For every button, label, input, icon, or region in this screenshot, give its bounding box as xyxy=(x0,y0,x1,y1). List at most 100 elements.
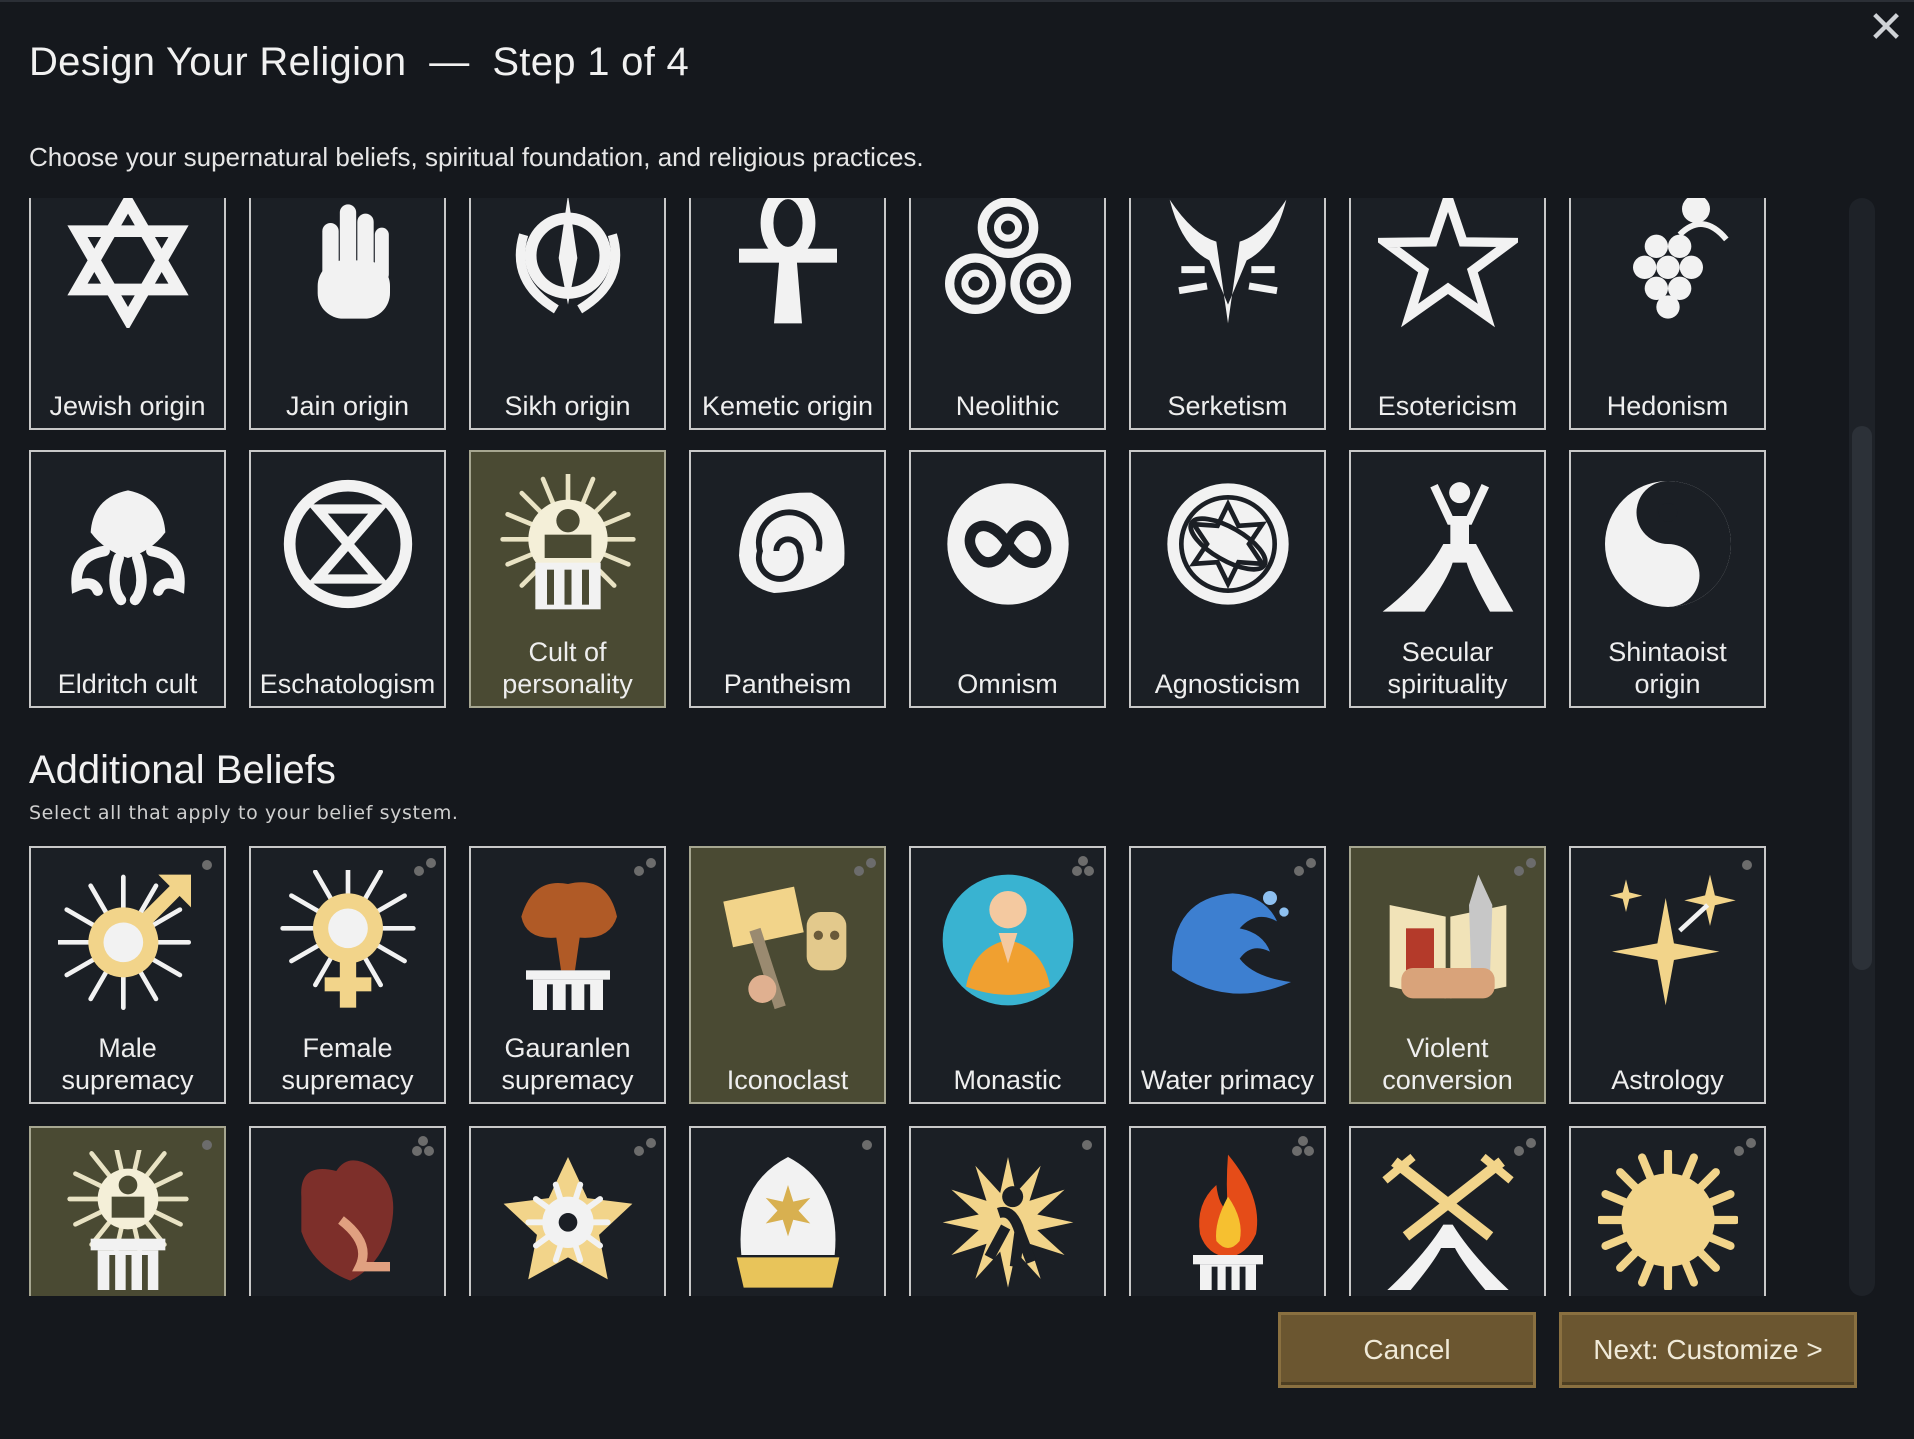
cost-indicator xyxy=(1508,1136,1536,1156)
belief-tile[interactable]: Water primacy xyxy=(1129,846,1326,1104)
scrollbar[interactable] xyxy=(1849,198,1875,1296)
belief-tile[interactable]: Agnosticism xyxy=(1129,450,1326,708)
heart-organ-icon xyxy=(278,1150,418,1290)
belief-label: Pantheism xyxy=(723,669,852,699)
belief-label: Agnosticism xyxy=(1154,669,1301,699)
cost-indicator xyxy=(1068,856,1096,876)
belief-label: Violent conversion xyxy=(1382,1033,1513,1095)
belief-tile[interactable]: Neolithic xyxy=(909,198,1106,430)
raised-hand-icon xyxy=(278,198,418,328)
belief-label: Monastic xyxy=(953,1065,1062,1095)
cost-dot xyxy=(634,866,644,876)
belief-label: Astrology xyxy=(1611,1065,1724,1095)
cost-dot xyxy=(202,860,212,870)
belief-label: Esotericism xyxy=(1377,391,1518,421)
belief-tile[interactable]: Iconoclast xyxy=(689,846,886,1104)
belief-tile[interactable] xyxy=(469,1126,666,1296)
wave-icon xyxy=(1158,870,1298,1010)
next-customize-button[interactable]: Next: Customize > xyxy=(1559,1312,1857,1388)
nautilus-shell-icon xyxy=(718,474,858,614)
belief-tile[interactable]: Male supremacy xyxy=(29,846,226,1104)
belief-tile[interactable]: Eldritch cult xyxy=(29,450,226,708)
cost-indicator xyxy=(188,1136,216,1156)
cost-indicator xyxy=(1068,1136,1096,1156)
belief-tile[interactable]: Esotericism xyxy=(1349,198,1546,430)
cost-dot xyxy=(414,866,424,876)
belief-tile[interactable] xyxy=(249,1126,446,1296)
cost-dot xyxy=(418,1136,428,1146)
cost-dot xyxy=(412,1146,422,1156)
belief-label: Male supremacy xyxy=(61,1033,194,1095)
belief-label: Water primacy xyxy=(1140,1065,1315,1095)
cost-indicator xyxy=(408,1136,436,1156)
book-dagger-icon xyxy=(1378,870,1518,1010)
figure-on-peak-icon xyxy=(1378,474,1518,614)
belief-label: Kemetic origin xyxy=(701,391,874,421)
tree-pillar-icon xyxy=(498,870,638,1010)
scorpion-icon xyxy=(1158,198,1298,328)
cost-indicator xyxy=(1288,856,1316,876)
additional-beliefs-title: Additional Beliefs xyxy=(29,748,336,792)
cost-dot xyxy=(1072,866,1082,876)
cost-dot xyxy=(1292,1146,1302,1156)
dialog-title: Design Your Religion — Step 1 of 4 xyxy=(29,40,690,84)
throne-pillar-icon xyxy=(58,1150,198,1290)
tentacles-icon xyxy=(58,474,198,614)
belief-tile[interactable] xyxy=(1129,1126,1326,1296)
cancel-button[interactable]: Cancel xyxy=(1278,1312,1536,1388)
belief-tile[interactable]: Shintaoist origin xyxy=(1569,450,1766,708)
belief-tile[interactable]: Astrology xyxy=(1569,846,1766,1104)
belief-label: Cult of personality xyxy=(502,637,633,699)
belief-tile[interactable]: Omnism xyxy=(909,450,1106,708)
belief-tile[interactable] xyxy=(1349,1126,1546,1296)
belief-tile[interactable]: Jewish origin xyxy=(29,198,226,430)
belief-tile[interactable] xyxy=(29,1126,226,1296)
atom-circle-icon xyxy=(1158,474,1298,614)
cost-indicator xyxy=(848,856,876,876)
belief-tile[interactable]: Kemetic origin xyxy=(689,198,886,430)
khanda-icon xyxy=(498,198,638,328)
star-of-david-icon xyxy=(58,198,198,328)
close-icon[interactable]: ✕ xyxy=(1866,6,1906,50)
scrollbar-thumb[interactable] xyxy=(1852,426,1872,970)
belief-label: Hedonism xyxy=(1606,391,1729,421)
belief-label: Jewish origin xyxy=(49,391,206,421)
belief-tile[interactable]: Pantheism xyxy=(689,450,886,708)
belief-label: Shintaoist origin xyxy=(1608,637,1727,699)
belief-label: Iconoclast xyxy=(726,1065,849,1095)
cost-indicator xyxy=(628,1136,656,1156)
sun-icon xyxy=(1597,1150,1738,1290)
belief-tile[interactable]: Eschatologism xyxy=(249,450,446,708)
belief-tile[interactable] xyxy=(1569,1126,1766,1296)
belief-tile[interactable]: Serketism xyxy=(1129,198,1326,430)
belief-scroll-area[interactable]: Jewish origin Jain origin Sikh origin Kemet… xyxy=(29,198,1781,1296)
cost-dot xyxy=(1746,1138,1756,1148)
cost-dot xyxy=(1306,858,1316,868)
cost-dot xyxy=(862,1140,872,1150)
belief-tile[interactable]: Sikh origin xyxy=(469,198,666,430)
flame-pillar-icon xyxy=(1158,1150,1298,1290)
cost-dot xyxy=(1514,866,1524,876)
cost-dot xyxy=(202,1140,212,1150)
belief-label: Secular spirituality xyxy=(1387,637,1508,699)
belief-tile[interactable] xyxy=(689,1126,886,1296)
belief-tile[interactable]: Gauranlen supremacy xyxy=(469,846,666,1104)
belief-tile[interactable] xyxy=(909,1126,1106,1296)
additional-beliefs-subtitle: Select all that apply to your belief sys… xyxy=(29,802,459,824)
cost-dot xyxy=(1078,856,1088,866)
belief-tile[interactable]: Secular spirituality xyxy=(1349,450,1546,708)
pentagram-icon xyxy=(1377,198,1518,328)
belief-tile[interactable]: Monastic xyxy=(909,846,1106,1104)
cost-dot xyxy=(1294,866,1304,876)
belief-tile[interactable]: Cult of personality xyxy=(469,450,666,708)
crossed-swords-icon xyxy=(1378,1150,1518,1290)
belief-tile[interactable]: Violent conversion xyxy=(1349,846,1546,1104)
belief-tile[interactable]: Female supremacy xyxy=(249,846,446,1104)
cost-indicator xyxy=(1728,1136,1756,1156)
cost-dot xyxy=(1298,1136,1308,1146)
belief-tile[interactable]: Jain origin xyxy=(249,198,446,430)
cost-indicator xyxy=(408,856,436,876)
belief-tile[interactable]: Hedonism xyxy=(1569,198,1766,430)
cost-dot xyxy=(646,858,656,868)
cost-indicator xyxy=(1508,856,1536,876)
